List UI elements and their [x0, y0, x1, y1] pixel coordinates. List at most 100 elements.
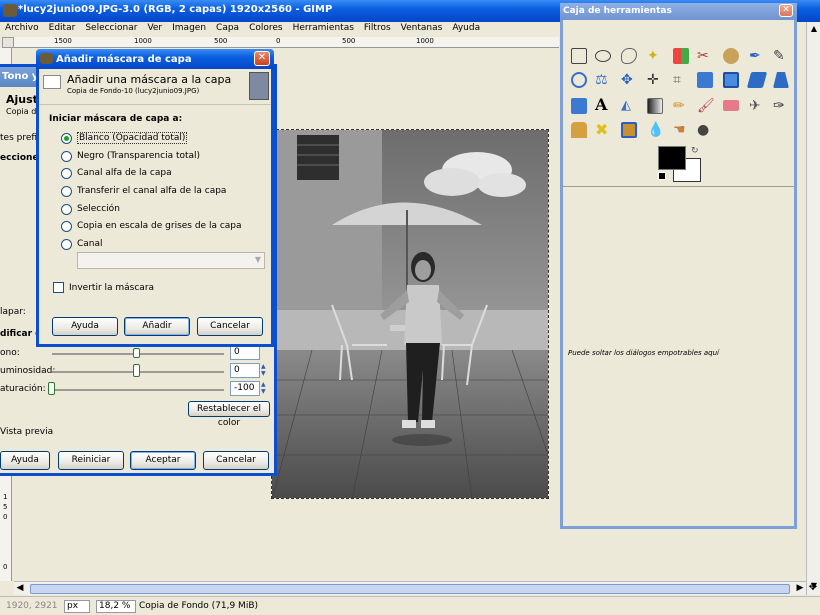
tool-move-icon[interactable]: ✥ [621, 72, 637, 88]
option-black[interactable]: Negro (Transparencia total) [61, 149, 200, 163]
tool-scale-icon[interactable] [723, 72, 739, 88]
reset-color-button[interactable]: Restablecer el color [188, 401, 270, 428]
swap-colors-icon[interactable]: ↻ [691, 146, 699, 156]
hue-accept-button[interactable]: Aceptar [130, 451, 196, 470]
toolbox-close-button[interactable]: ✕ [779, 4, 793, 17]
tool-shear-icon[interactable] [746, 72, 768, 88]
channel-select[interactable]: ▼ [77, 252, 265, 269]
tool-scissors-icon[interactable]: ✂ [697, 48, 713, 64]
image-canvas-photo[interactable] [271, 129, 549, 499]
menu-ventanas[interactable]: Ventanas [401, 23, 443, 36]
invert-mask-row[interactable]: Invertir la máscara [53, 282, 154, 293]
tool-bucket-fill-icon[interactable]: ◭ [621, 98, 637, 114]
menu-colores[interactable]: Colores [249, 23, 283, 36]
option-channel[interactable]: Canal [61, 237, 103, 251]
menu-seleccionar[interactable]: Seleccionar [85, 23, 137, 36]
menu-capa[interactable]: Capa [216, 23, 239, 36]
option-grayscale-copy[interactable]: Copia en escala de grises de la capa [61, 219, 242, 233]
tool-eraser-icon[interactable] [723, 100, 739, 111]
option-transfer-alpha[interactable]: Transferir el canal alfa de la capa [61, 184, 226, 198]
menu-archivo[interactable]: Archivo [5, 23, 39, 36]
foreground-color-swatch[interactable] [658, 146, 686, 170]
tool-text-icon[interactable]: A [595, 96, 611, 114]
tool-airbrush-icon[interactable]: ✈ [749, 98, 765, 114]
saturation-spin-arrows[interactable]: ▲ ▼ [261, 381, 270, 396]
radio-black[interactable] [61, 150, 72, 162]
horizontal-scrollbar[interactable]: ◀ ▶ [14, 581, 806, 595]
tool-ellipse-select-icon[interactable] [595, 50, 611, 62]
default-colors-icon[interactable] [658, 172, 666, 180]
invert-mask-checkbox[interactable] [53, 282, 64, 293]
tool-perspective-icon[interactable] [773, 72, 789, 88]
saturation-value-input[interactable]: -100 [230, 381, 260, 396]
option-layer-alpha[interactable]: Canal alfa de la capa [61, 166, 172, 180]
menu-ayuda[interactable]: Ayuda [452, 23, 480, 36]
option-white[interactable]: Blanco (Opacidad total) [61, 131, 188, 145]
radio-transfer-alpha[interactable] [61, 185, 72, 197]
lightness-spin-arrows[interactable]: ▲ ▼ [261, 363, 270, 378]
ruler-mark: 500 [214, 37, 228, 45]
tool-flip-icon[interactable] [571, 98, 587, 114]
scroll-right-arrow[interactable]: ▶ [794, 583, 806, 595]
lightness-value-input[interactable]: 0 [230, 363, 260, 378]
tool-color-select-icon[interactable] [673, 48, 689, 64]
mask-dialog-close-button[interactable]: ✕ [254, 51, 270, 66]
vertical-scrollbar[interactable]: ▲ ▼ [806, 22, 820, 595]
saturation-slider[interactable] [52, 389, 224, 391]
tool-clone-icon[interactable] [571, 122, 587, 138]
radio-selection[interactable] [61, 203, 72, 215]
tool-measure-icon[interactable]: ⚖ [595, 72, 611, 88]
radio-white[interactable] [61, 132, 72, 144]
tool-pencil-icon[interactable]: ✏ [673, 98, 689, 114]
tool-paintbrush-icon[interactable]: 🖌 [697, 98, 715, 114]
status-unit-select[interactable]: px [64, 600, 90, 613]
vruler-mark: 0 [3, 563, 8, 571]
menu-imagen[interactable]: Imagen [172, 23, 206, 36]
hue-reset-button[interactable]: Reiniciar [58, 451, 124, 470]
mask-cancel-button[interactable]: Cancelar [197, 317, 263, 336]
tool-perspective-clone-icon[interactable] [621, 122, 637, 138]
menu-filtros[interactable]: Filtros [364, 23, 391, 36]
tool-fuzzy-select-icon[interactable]: ✦ [647, 48, 663, 64]
tool-blur-icon[interactable]: 💧 [647, 122, 664, 138]
hue-slider-handle[interactable] [133, 348, 140, 358]
scroll-thumb[interactable] [30, 584, 790, 594]
tool-zoom-icon[interactable] [571, 72, 587, 88]
status-zoom-select[interactable]: 18,2 % [96, 600, 136, 613]
menu-ver[interactable]: Ver [147, 23, 162, 36]
tool-heal-icon[interactable]: ✖ [595, 122, 611, 138]
option-channel-label: Canal [77, 239, 103, 249]
menu-herramientas[interactable]: Herramientas [293, 23, 354, 36]
tool-rect-select-icon[interactable] [571, 48, 587, 64]
mask-dialog-title-bar: Añadir máscara de capa ✕ [36, 49, 274, 69]
tool-foreground-select-icon[interactable] [723, 48, 739, 64]
tool-paths-icon[interactable]: ✒ [749, 48, 765, 64]
tool-blend-icon[interactable] [647, 98, 663, 114]
ruler-corner-arrow[interactable] [2, 37, 14, 48]
tool-dodge-burn-icon[interactable]: ● [697, 122, 713, 138]
lightness-slider-handle[interactable] [133, 364, 140, 377]
radio-layer-alpha[interactable] [61, 167, 72, 179]
hue-help-button[interactable]: Ayuda [0, 451, 50, 470]
radio-channel[interactable] [61, 238, 72, 250]
hue-cancel-button[interactable]: Cancelar [203, 451, 269, 470]
tool-lasso-icon[interactable] [621, 48, 637, 64]
navigate-icon[interactable]: ✥ [806, 581, 820, 595]
tool-crop-icon[interactable]: ⌗ [673, 72, 689, 88]
tool-ink-icon[interactable]: ✑ [773, 98, 789, 114]
mask-add-button[interactable]: Añadir [124, 317, 190, 336]
menu-editar[interactable]: Editar [49, 23, 76, 36]
preview-checkbox-row[interactable]: Vista previa [0, 427, 53, 437]
status-layer-info: Copia de Fondo (71,9 MiB) [139, 601, 258, 611]
tool-color-picker-icon[interactable]: ✎ [773, 48, 789, 64]
tool-smudge-icon[interactable]: ☚ [673, 122, 689, 138]
scroll-left-arrow[interactable]: ◀ [14, 583, 26, 595]
radio-grayscale-copy[interactable] [61, 220, 72, 232]
saturation-slider-handle[interactable] [48, 382, 55, 395]
mask-help-button[interactable]: Ayuda [52, 317, 118, 336]
tool-rotate-icon[interactable] [697, 72, 713, 88]
hue-value-input[interactable]: 0 [230, 345, 260, 360]
tool-align-icon[interactable]: ✛ [647, 72, 663, 88]
scroll-up-arrow[interactable]: ▲ [808, 23, 820, 35]
option-selection[interactable]: Selección [61, 202, 120, 216]
